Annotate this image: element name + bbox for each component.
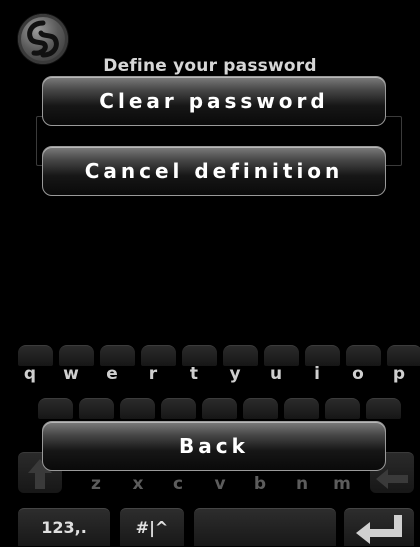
keycap[interactable] — [202, 398, 237, 419]
key-o[interactable]: o — [338, 364, 378, 384]
key-r[interactable]: r — [133, 364, 173, 384]
key-b[interactable]: b — [240, 474, 280, 494]
key-x[interactable]: x — [118, 474, 158, 494]
key-m[interactable]: m — [322, 474, 362, 494]
key-n[interactable]: n — [282, 474, 322, 494]
cancel-definition-button[interactable]: Cancel definition — [42, 146, 386, 196]
keycap[interactable] — [305, 345, 340, 366]
keycap[interactable] — [182, 345, 217, 366]
enter-icon — [356, 514, 402, 544]
page-title: Define your password — [103, 56, 317, 76]
keycap[interactable] — [18, 345, 53, 366]
keycap[interactable] — [223, 345, 258, 366]
clear-password-button[interactable]: Clear password — [42, 76, 386, 126]
key-c[interactable]: c — [158, 474, 198, 494]
keycap[interactable] — [264, 345, 299, 366]
symbols-key[interactable]: #|^ — [120, 508, 184, 546]
keycap[interactable] — [79, 398, 114, 419]
keycap[interactable] — [38, 398, 73, 419]
key-u[interactable]: u — [256, 364, 296, 384]
space-key[interactable] — [194, 508, 336, 546]
keycap[interactable] — [141, 345, 176, 366]
key-w[interactable]: w — [51, 364, 91, 384]
keycap[interactable] — [243, 398, 278, 419]
keycap[interactable] — [346, 345, 381, 366]
keycap[interactable] — [366, 398, 401, 419]
numbers-key[interactable]: 123,. — [18, 508, 110, 546]
enter-key[interactable] — [344, 508, 414, 546]
keycap[interactable] — [325, 398, 360, 419]
keycap[interactable] — [100, 345, 135, 366]
key-y[interactable]: y — [215, 364, 255, 384]
key-i[interactable]: i — [297, 364, 337, 384]
key-z[interactable]: z — [76, 474, 116, 494]
keycap[interactable] — [59, 345, 94, 366]
keycap[interactable] — [120, 398, 155, 419]
keycap[interactable] — [161, 398, 196, 419]
key-v[interactable]: v — [200, 474, 240, 494]
back-button[interactable]: Back — [42, 421, 386, 471]
key-t[interactable]: t — [174, 364, 214, 384]
key-q[interactable]: q — [10, 364, 50, 384]
key-e[interactable]: e — [92, 364, 132, 384]
keycap[interactable] — [387, 345, 420, 366]
keycap[interactable] — [284, 398, 319, 419]
key-p[interactable]: p — [379, 364, 419, 384]
